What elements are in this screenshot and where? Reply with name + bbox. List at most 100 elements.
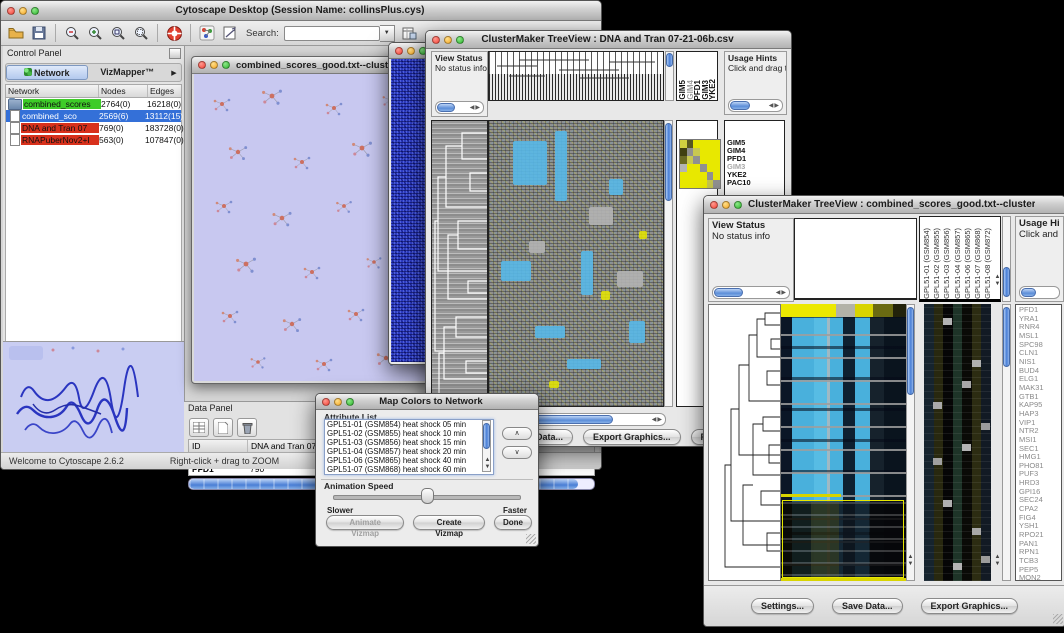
network-table-header[interactable]: Network Nodes Edges <box>6 85 181 98</box>
network-row[interactable]: combined_scores 2764(0) 16218(0) <box>6 98 181 110</box>
tv2-heatmap-scroll-arrows[interactable]: ▲▼ <box>906 554 915 568</box>
tv2-label-scroll-arrows[interactable]: ▲▼ <box>993 274 1002 288</box>
tab-network[interactable]: Network <box>6 65 88 80</box>
tv2-genelist-vscrollbar[interactable] <box>1002 304 1011 581</box>
network-list: combined_scores 2764(0) 16218(0) combine… <box>6 98 181 146</box>
attribute-list[interactable]: GPL51-01 (GSM854) heat shock 05 minGPL51… <box>324 419 494 475</box>
save-icon[interactable] <box>30 24 48 42</box>
network-row[interactable]: DNA and Tran 07 769(0) 183728(0) <box>6 122 181 134</box>
tv2-usage-hints-text: Click and <box>1016 229 1063 240</box>
delete-trash-icon[interactable] <box>237 418 257 437</box>
treeview1-titlebar[interactable]: ClusterMaker TreeView : DNA and Tran 07-… <box>426 31 791 49</box>
float-panel-icon[interactable] <box>169 48 181 59</box>
close-icon[interactable] <box>198 61 206 69</box>
window-controls[interactable] <box>322 398 354 406</box>
zoom-window-icon[interactable] <box>734 201 742 209</box>
minimize-icon[interactable] <box>407 47 415 55</box>
tv1-heatmap[interactable] <box>488 120 664 407</box>
attribute-grid-icon[interactable] <box>189 418 209 437</box>
minimize-icon[interactable] <box>444 36 452 44</box>
tv1-usage-scrollbar[interactable]: ◀▶ <box>728 99 783 112</box>
attribute-item[interactable]: GPL51-07 (GSM868) heat shock 60 min <box>325 465 493 474</box>
treeview2-titlebar[interactable]: ClusterMaker TreeView : combined_scores_… <box>704 196 1064 214</box>
done-button[interactable]: Done <box>494 515 532 530</box>
window-controls[interactable] <box>710 201 742 209</box>
zoom-fit-icon[interactable] <box>109 24 127 42</box>
minimize-icon[interactable] <box>210 61 218 69</box>
zoom-window-icon[interactable] <box>222 61 230 69</box>
window-controls[interactable] <box>198 61 230 69</box>
tv2-action-button[interactable]: Save Data... <box>832 598 903 614</box>
animate-vizmap-button[interactable]: Animate Vizmap <box>326 515 404 530</box>
minimize-icon[interactable] <box>19 7 27 15</box>
search-input[interactable] <box>284 26 380 41</box>
attribute-item[interactable]: GPL51-02 (GSM855) heat shock 10 min <box>325 429 493 438</box>
search-combo-arrow[interactable]: ▼ <box>380 25 395 42</box>
tv2-heatmap-vscrollbar[interactable] <box>906 304 915 581</box>
tv2-action-button[interactable]: Settings... <box>751 598 814 614</box>
tab-overflow-arrow[interactable]: ▶ <box>167 69 181 77</box>
tv1-status-scrollbar[interactable]: ◀▶ <box>435 101 484 114</box>
tab-vizmapper[interactable]: VizMapper™ <box>88 65 168 80</box>
main-titlebar[interactable]: Cytoscape Desktop (Session Name: collins… <box>1 1 601 21</box>
tv2-usage-scrollbar[interactable] <box>1019 286 1060 299</box>
tv1-dendrogram-scrollbar[interactable] <box>665 51 674 101</box>
tv2-zoom-heatmap[interactable] <box>924 304 991 581</box>
vizmapper-nodes-icon[interactable] <box>198 24 216 42</box>
window-controls[interactable] <box>395 47 427 55</box>
attribute-item[interactable]: GPL51-03 (GSM856) heat shock 15 min <box>325 438 493 447</box>
close-icon[interactable] <box>432 36 440 44</box>
zoom-window-icon[interactable] <box>456 36 464 44</box>
network-row[interactable]: combined_sco 2569(6) 13112(15) <box>6 110 181 122</box>
window-controls[interactable] <box>7 7 39 15</box>
tv2-column-label: GPL51-03 (GSM856) <box>942 228 952 299</box>
tv1-column-dendrogram[interactable] <box>488 51 664 101</box>
window-controls[interactable] <box>432 36 464 44</box>
tv2-labels-vscrollbar[interactable] <box>1002 216 1011 302</box>
tv2-genelist-scroll-arrows[interactable]: ▲▼ <box>993 554 1002 568</box>
minimize-icon[interactable] <box>722 201 730 209</box>
attribute-item[interactable]: GPL51-01 (GSM854) heat shock 05 min <box>325 420 493 429</box>
tv1-action-button[interactable]: Export Graphics... <box>583 429 681 445</box>
matrix-cell <box>707 180 714 188</box>
tv2-gene-labels[interactable]: PFD1YRA1RNR4MSL1SPC98CLN1NIS1BUD4ELG1MAK… <box>1015 304 1062 581</box>
tv2-main-heatmap[interactable] <box>781 304 906 581</box>
zoom-window-icon[interactable] <box>346 398 354 406</box>
close-icon[interactable] <box>322 398 330 406</box>
move-down-button[interactable]: ∨ <box>502 446 532 459</box>
tv2-row-dendrogram[interactable] <box>708 304 781 581</box>
matrix-cell <box>687 164 694 172</box>
birdseye-view[interactable] <box>3 341 184 453</box>
tv2-status-scrollbar[interactable]: ◀▶ <box>712 286 790 299</box>
zoom-out-icon[interactable] <box>63 24 81 42</box>
tv1-similarity-matrix[interactable] <box>679 139 721 189</box>
attribute-item[interactable]: GPL51-06 (GSM865) heat shock 40 min <box>325 456 493 465</box>
attribute-item[interactable]: GPL51-04 (GSM857) heat shock 20 min <box>325 447 493 456</box>
minimize-icon[interactable] <box>334 398 342 406</box>
move-up-button[interactable]: ∧ <box>502 427 532 440</box>
attribute-list-scrollbar[interactable]: ▲▼ <box>482 420 491 472</box>
zoom-in-icon[interactable] <box>86 24 104 42</box>
slider-thumb[interactable] <box>421 488 434 504</box>
tv1-heatmap-vscrollbar[interactable] <box>664 120 673 407</box>
tv2-column-dendrogram[interactable] <box>794 218 917 300</box>
zoom-selected-icon[interactable] <box>132 24 150 42</box>
attribute-browser-icon[interactable] <box>400 24 418 42</box>
create-vizmap-button[interactable]: Create Vizmap <box>413 515 485 530</box>
close-icon[interactable] <box>710 201 718 209</box>
zoom-window-icon[interactable] <box>31 7 39 15</box>
snapshot-icon[interactable] <box>221 24 239 42</box>
open-file-icon[interactable] <box>7 24 25 42</box>
dialog-titlebar[interactable]: Map Colors to Network <box>316 394 538 410</box>
network-row[interactable]: RNAPuberNov2+I 563(0) 107847(0) <box>6 134 181 146</box>
tv2-action-button[interactable]: Export Graphics... <box>921 598 1019 614</box>
control-panel-title: Control Panel <box>7 48 62 62</box>
help-lifesaver-icon[interactable] <box>165 24 183 42</box>
new-attribute-icon[interactable] <box>213 418 233 437</box>
close-icon[interactable] <box>395 47 403 55</box>
network-nodes-count: 563(0) <box>99 135 145 145</box>
resize-grip[interactable] <box>526 534 536 544</box>
tv1-row-dendrogram[interactable] <box>431 120 488 407</box>
close-icon[interactable] <box>7 7 15 15</box>
resize-grip[interactable] <box>1053 614 1063 624</box>
